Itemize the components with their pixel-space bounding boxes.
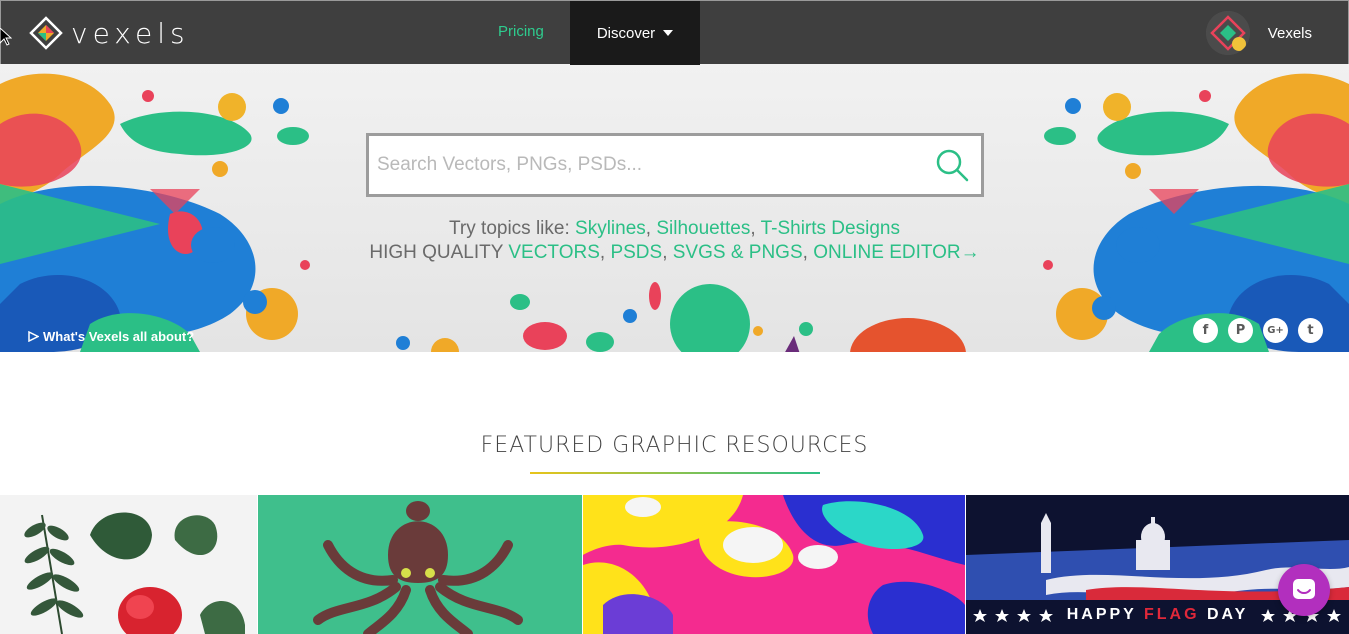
flag-day-text-happy: HAPPY: [1066, 606, 1144, 623]
fluid-abstract-image: [583, 495, 965, 634]
quality-link-online-editor[interactable]: ONLINE EDITOR→: [813, 242, 979, 263]
user-name: Vexels: [1267, 24, 1312, 42]
pinterest-icon[interactable]: P: [1228, 318, 1253, 343]
thumb-octopus[interactable]: [258, 495, 582, 634]
about-vexels-link[interactable]: What's Vexels all about?: [28, 329, 194, 344]
topic-link-silhouettes[interactable]: Silhouettes: [656, 218, 750, 239]
facebook-icon[interactable]: f: [1193, 318, 1218, 343]
hero-paint-splash-illustration: [0, 73, 1349, 352]
title-underline: [530, 472, 820, 474]
topics-line: Try topics like: Skylines, Silhouettes, …: [449, 218, 900, 239]
avatar: [1205, 11, 1250, 55]
flag-day-text-day: DAY: [1199, 606, 1249, 623]
twitter-icon[interactable]: t: [1298, 318, 1323, 343]
quality-line: HIGH QUALITY VECTORS, PSDS, SVGS & PNGS,…: [369, 242, 980, 263]
top-navbar: vexels Pricing Discover Vexels: [0, 0, 1349, 65]
quality-prefix: HIGH QUALITY: [369, 242, 509, 263]
featured-thumbnails: HAPPY FLAG DAY: [0, 495, 1349, 634]
vexels-logo[interactable]: vexels: [29, 15, 190, 51]
nav-pricing-link[interactable]: Pricing: [498, 23, 544, 40]
search-box: [366, 133, 984, 197]
topic-link-tshirts[interactable]: T-Shirts Designs: [761, 218, 900, 239]
play-outline-icon: [28, 331, 39, 342]
hero-banner: Try topics like: Skylines, Silhouettes, …: [0, 64, 1349, 352]
quality-link-vectors[interactable]: VECTORS: [508, 242, 600, 263]
caret-down-icon: [663, 30, 674, 36]
brand-wordmark: vexels: [71, 16, 190, 50]
page: vexels Pricing Discover Vexels Search Ve…: [0, 0, 1349, 634]
nav-discover-label: Discover: [596, 24, 656, 42]
chat-icon: [1293, 579, 1315, 599]
about-vexels-label: What's Vexels all about?: [43, 329, 195, 344]
nav-discover-menu[interactable]: Discover: [570, 1, 700, 65]
search-input[interactable]: [369, 136, 923, 194]
quality-link-svgs-pngs[interactable]: SVGS & PNGS: [673, 242, 803, 263]
search-button[interactable]: [923, 136, 981, 194]
topic-link-skylines[interactable]: Skylines: [575, 218, 646, 239]
flag-day-text-flag: FLAG: [1143, 606, 1200, 623]
mouse-cursor-icon: [0, 28, 12, 46]
featured-section-title: FEATURED GRAPHIC RESOURCES: [480, 433, 869, 458]
search-icon: [936, 149, 969, 182]
user-menu[interactable]: Vexels: [1205, 11, 1312, 55]
user-avatar-icon: [1205, 11, 1250, 55]
social-links: f P G+ t: [1193, 318, 1323, 343]
topics-prefix: Try topics like:: [449, 218, 576, 239]
thumb-tropical-leaves[interactable]: [0, 495, 257, 634]
tropical-leaves-image: [0, 495, 257, 634]
octopus-illustration: [258, 495, 582, 634]
vexels-logo-icon: [29, 16, 63, 50]
google-plus-icon[interactable]: G+: [1263, 318, 1288, 343]
chat-support-button[interactable]: [1278, 564, 1330, 616]
quality-link-psds[interactable]: PSDS: [610, 242, 662, 263]
thumb-fluid-abstract[interactable]: [583, 495, 965, 634]
